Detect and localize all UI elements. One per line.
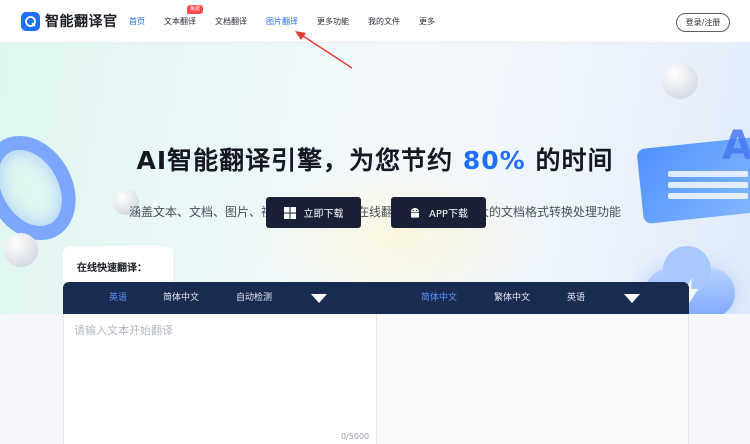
android-icon — [411, 207, 420, 218]
headline-text-end: 的时间 — [525, 146, 614, 175]
decorative-ball — [4, 233, 38, 267]
source-lang-dropdown-icon[interactable] — [311, 294, 327, 303]
source-text-area: 0/5000 — [63, 314, 376, 444]
annotation-arrow-icon — [295, 31, 353, 69]
nav-image-translate[interactable]: 图片翻译 — [266, 16, 298, 27]
nav-text-translate-label: 文本翻译 — [164, 17, 196, 26]
brand-name: 智能翻译官 — [45, 14, 118, 30]
page-background — [689, 314, 750, 444]
app-download-label: APP下载 — [429, 209, 468, 220]
windows-icon — [283, 206, 296, 219]
nav-doc-translate[interactable]: 文档翻译 — [215, 16, 247, 27]
hero-subline: 涵盖文本、文档、图片、视频、音频等多种在线翻译模式，更有强大的文档格式转换处理功… — [128, 205, 621, 219]
login-register-button[interactable]: 登录/注册 — [676, 13, 730, 32]
target-lang-dropdown-icon[interactable] — [624, 294, 640, 303]
char-counter: 0/5000 — [341, 432, 370, 441]
logo[interactable]: 智能翻译官 — [21, 11, 118, 31]
source-lang-simplified-chinese[interactable]: 简体中文 — [163, 282, 199, 314]
page-background — [0, 314, 63, 444]
app-download-button[interactable]: APP下载 — [391, 197, 486, 228]
nav-more-features[interactable]: 更多功能 — [317, 16, 349, 27]
top-navigation: 智能翻译官 首页 文本翻译 免费 文档翻译 图片翻译 更多功能 我的文件 更多 … — [0, 0, 750, 43]
nav-more[interactable]: 更多 — [419, 16, 435, 27]
nav-my-files[interactable]: 我的文件 — [368, 16, 400, 27]
target-lang-english[interactable]: 英语 — [567, 282, 585, 314]
source-lang-auto-detect[interactable]: 自动检测 — [236, 282, 272, 314]
free-badge: 免费 — [187, 5, 204, 14]
headline-text: AI智能翻译引擎，为您节约 — [136, 146, 463, 175]
logo-icon — [21, 11, 40, 31]
translator-title: 在线快速翻译： — [77, 263, 147, 274]
download-button[interactable]: 立即下载 — [266, 197, 361, 228]
nav-text-translate[interactable]: 文本翻译 免费 — [164, 5, 204, 27]
target-lang-simplified-chinese[interactable]: 简体中文 — [421, 282, 457, 314]
nav-home[interactable]: 首页 — [129, 16, 145, 27]
hero-headline: AI智能翻译引擎，为您节约 80% 的时间 — [0, 141, 750, 177]
source-text-input[interactable] — [74, 322, 364, 422]
language-bar: 英语 简体中文 自动检测 简体中文 繁体中文 英语 — [63, 282, 689, 314]
decorative-ball — [662, 63, 698, 99]
source-lang-english[interactable]: 英语 — [109, 282, 127, 314]
headline-highlight: 80% — [462, 146, 526, 175]
target-lang-traditional-chinese[interactable]: 繁体中文 — [494, 282, 530, 314]
target-text-area — [376, 314, 689, 444]
download-button-label: 立即下载 — [303, 209, 344, 220]
